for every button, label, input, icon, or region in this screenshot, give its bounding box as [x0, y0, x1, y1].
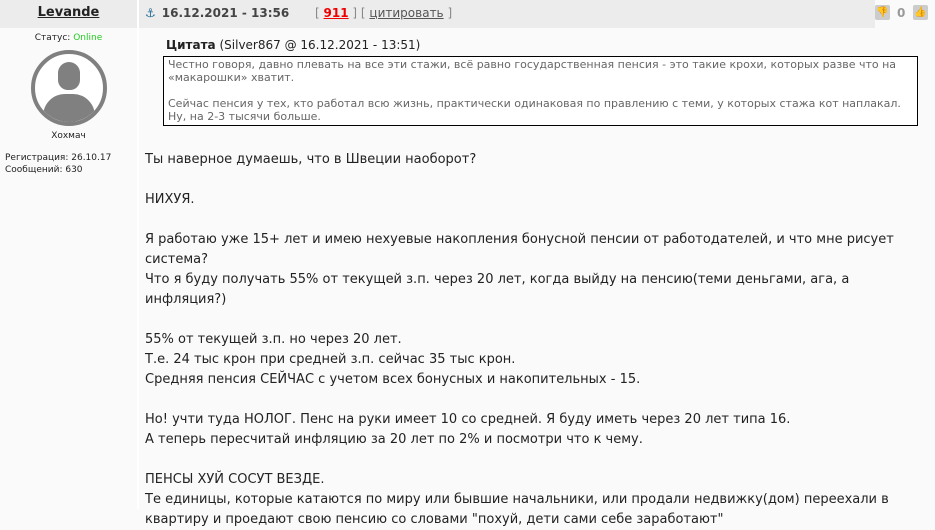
text-line: Я работаю уже 15+ лет и имею нехуевые на… [145, 232, 894, 267]
username-link[interactable]: Levande [0, 5, 137, 20]
user-rank: Хохмач [51, 131, 86, 141]
text-line: Средняя пенсия СЕЙЧАС с учетом всех бону… [145, 372, 641, 387]
text-line: Что я буду получать 55% от текущей з.п. … [145, 272, 850, 307]
post-count: Сообщений: 630 [5, 165, 83, 175]
text-line [145, 450, 930, 470]
message-body: Ты наверное думаешь, что в Швеции наобор… [145, 150, 930, 530]
thumbs-down-icon[interactable]: 👎 [875, 5, 890, 20]
anchor-icon[interactable]: ⚓ [145, 6, 156, 20]
text-line: Честно говоря, давно плевать на все эти … [168, 58, 897, 84]
text-line: А теперь пересчитай инфляцию за 20 лет п… [145, 432, 643, 447]
post-meta: ⚓ 16.12.2021 - 13:56 [ 911 ] [ цитировать… [145, 6, 453, 20]
text-line: Т.е. 24 тыс крон при средней з.п. сейчас… [145, 352, 516, 367]
registration-date: Регистрация: 26.10.17 [5, 153, 112, 163]
text-line: ПЕНСЫ ХУЙ СОСУТ ВЕЗДЕ. [145, 472, 325, 487]
thumbs-up-icon[interactable]: 👍 [913, 5, 928, 20]
status-value: Online [73, 33, 103, 43]
text-line [145, 210, 930, 230]
user-panel: Статус: Online Хохмач Регистрация: 26.10… [0, 33, 137, 176]
rating-value: 0 [897, 6, 906, 20]
quote-title: Цитата (Silver867 @ 16.12.2021 - 13:51) [166, 38, 421, 52]
quote-link[interactable]: цитировать [369, 6, 443, 20]
text-line [145, 390, 930, 410]
post-date: 16.12.2021 - 13:56 [161, 6, 290, 20]
post-header [0, 0, 935, 28]
text-line: Ты наверное думаешь, что в Швеции наобор… [145, 152, 477, 167]
text-line: 55% от текущей з.п. но через 20 лет. [145, 332, 402, 347]
status-label: Статус: [34, 33, 71, 43]
quote-box: Честно говоря, давно плевать на все эти … [163, 56, 918, 126]
text-line [145, 310, 930, 330]
avatar[interactable] [30, 50, 107, 126]
post-number-link[interactable]: 911 [324, 6, 349, 20]
rating: 👎 0 👍 [875, 0, 935, 28]
text-line [168, 84, 913, 97]
text-line: Те единицы, которые катаются по миру или… [145, 492, 889, 527]
text-line: НИХУЯ. [145, 192, 195, 207]
text-line: Но! учти туда НОЛОГ. Пенс на руки имеет … [145, 412, 791, 427]
column-divider [137, 0, 139, 509]
text-line [145, 170, 930, 190]
text-line: Сейчас пенсия у тех, кто работал всю жиз… [168, 97, 901, 123]
